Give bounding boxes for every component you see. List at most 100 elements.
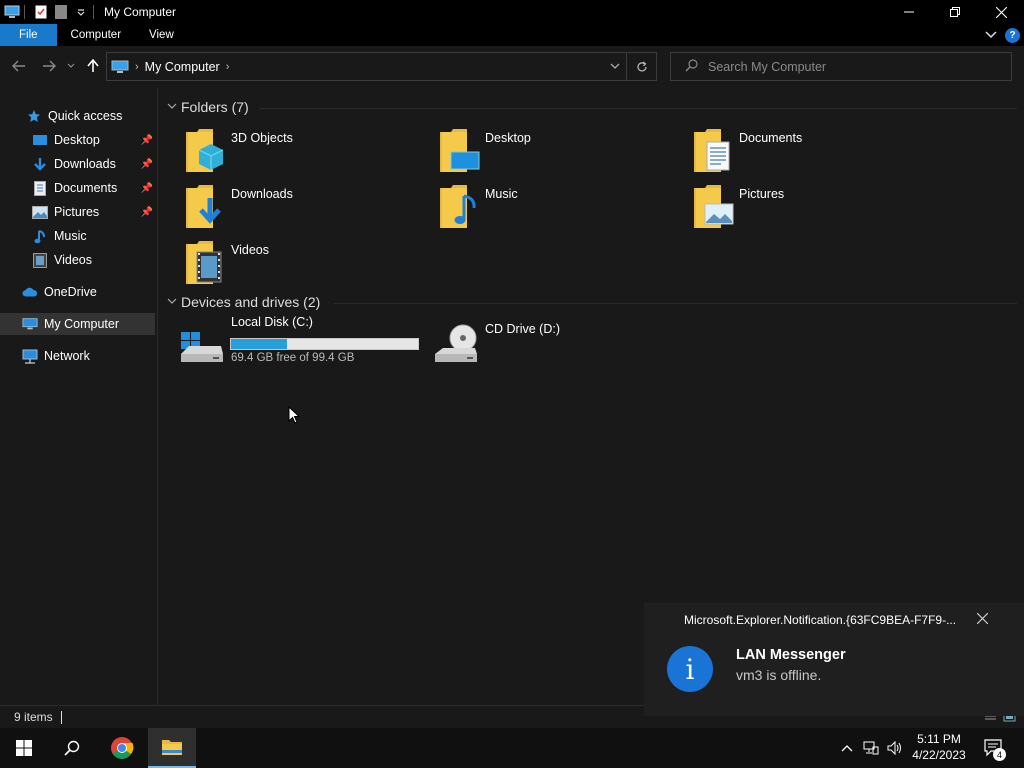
- drive-name: Local Disk (C:): [231, 315, 313, 329]
- chevron-down-icon[interactable]: [73, 4, 89, 20]
- folder-name: Documents: [739, 131, 803, 145]
- search-button[interactable]: [48, 728, 96, 768]
- network-icon: [22, 348, 38, 364]
- folder-name: Desktop: [485, 131, 531, 145]
- sidebar-item-label: Videos: [54, 253, 92, 267]
- clock-time: 5:11 PM: [917, 732, 961, 746]
- sidebar-item-label: Music: [54, 229, 87, 243]
- notification-toast[interactable]: Microsoft.Explorer.Notification.{63FC9BE…: [644, 603, 1024, 716]
- sidebar-item-my-computer[interactable]: My Computer: [0, 313, 155, 335]
- breadcrumb-chevron-icon[interactable]: ›: [226, 61, 230, 73]
- info-icon: i: [667, 646, 713, 692]
- sidebar-item-label: Desktop: [54, 133, 100, 147]
- toast-close-button[interactable]: [976, 611, 989, 627]
- 3d-objects-folder-icon: [185, 128, 229, 174]
- minimize-button[interactable]: [886, 0, 932, 24]
- search-box[interactable]: [670, 52, 1012, 81]
- navigation-pane: Quick access Desktop 📌 Downloads 📌 Docum…: [0, 88, 158, 705]
- new-folder-icon[interactable]: [53, 4, 69, 20]
- forward-button[interactable]: [40, 57, 58, 75]
- folder-tile-3d-objects[interactable]: 3D Objects: [185, 128, 435, 180]
- sidebar-item-quick-access[interactable]: Quick access: [0, 105, 155, 127]
- start-button[interactable]: [0, 728, 48, 768]
- network-tray-icon[interactable]: [860, 728, 882, 768]
- pin-icon[interactable]: 📌: [141, 135, 153, 146]
- search-input[interactable]: [708, 59, 988, 74]
- tab-file[interactable]: File: [0, 24, 57, 46]
- sidebar-item-label: Quick access: [48, 109, 123, 123]
- show-hidden-icons-chevron-icon[interactable]: [838, 728, 856, 768]
- address-bar[interactable]: › My Computer ›: [106, 52, 657, 81]
- title-bar: My Computer: [0, 0, 1024, 24]
- tab-view[interactable]: View: [135, 24, 188, 46]
- help-icon[interactable]: ?: [1005, 27, 1020, 43]
- folder-tile-videos[interactable]: Videos: [185, 240, 435, 292]
- quick-access-toolbar: [0, 0, 98, 24]
- sidebar-item-label: OneDrive: [44, 285, 97, 299]
- properties-icon[interactable]: [33, 4, 49, 20]
- drive-tile-cd-drive[interactable]: CD Drive (D:): [433, 320, 683, 368]
- videos-folder-icon: [185, 240, 229, 286]
- pin-icon[interactable]: 📌: [141, 183, 153, 194]
- chrome-taskbar-button[interactable]: [98, 728, 146, 768]
- taskbar: 5:11 PM 4/22/2023 4: [0, 728, 1024, 768]
- expand-ribbon-icon[interactable]: [985, 28, 997, 42]
- sidebar-item-music[interactable]: Music: [0, 225, 155, 247]
- breadcrumb-chevron-icon[interactable]: ›: [135, 61, 139, 73]
- folder-tile-pictures[interactable]: Pictures: [693, 184, 943, 236]
- folder-name: Videos: [231, 243, 269, 257]
- file-explorer-taskbar-button[interactable]: [148, 728, 196, 768]
- sidebar-item-network[interactable]: Network: [0, 345, 155, 367]
- breadcrumb-my-computer[interactable]: My Computer: [145, 60, 220, 74]
- computer-icon: [111, 60, 129, 74]
- up-button[interactable]: [84, 57, 102, 75]
- action-center-button[interactable]: 4: [980, 728, 1008, 768]
- sidebar-item-onedrive[interactable]: OneDrive: [0, 281, 155, 303]
- computer-icon: [22, 316, 38, 332]
- group-title: Folders (7): [181, 99, 249, 115]
- restore-button[interactable]: [932, 0, 978, 24]
- sidebar-item-label: Network: [44, 349, 90, 363]
- folder-tile-desktop[interactable]: Desktop: [439, 128, 689, 180]
- collapse-chevron-icon[interactable]: [167, 297, 181, 308]
- cd-drive-icon: [433, 320, 481, 366]
- sidebar-item-pictures[interactable]: Pictures 📌: [0, 201, 155, 223]
- folders-group-header[interactable]: Folders (7): [167, 97, 249, 117]
- clock-date: 4/22/2023: [912, 748, 966, 762]
- music-folder-icon: [439, 184, 483, 230]
- mouse-cursor-icon: [288, 405, 301, 427]
- pin-icon[interactable]: 📌: [141, 207, 153, 218]
- folder-name: Music: [485, 187, 518, 201]
- drive-free-space: 69.4 GB free of 99.4 GB: [231, 352, 355, 364]
- sidebar-item-label: Documents: [54, 181, 118, 195]
- drives-group-header[interactable]: Devices and drives (2): [167, 292, 320, 312]
- address-dropdown-icon[interactable]: [610, 59, 620, 73]
- tab-computer[interactable]: Computer: [57, 24, 136, 46]
- close-button[interactable]: [978, 0, 1024, 24]
- collapse-chevron-icon[interactable]: [167, 102, 181, 113]
- sidebar-item-documents[interactable]: Documents 📌: [0, 177, 155, 199]
- picture-icon: [32, 204, 48, 220]
- desktop-icon: [32, 132, 48, 148]
- recent-locations-button[interactable]: [64, 57, 78, 75]
- back-button[interactable]: [10, 57, 28, 75]
- refresh-button[interactable]: [626, 53, 656, 80]
- pin-icon[interactable]: 📌: [141, 159, 153, 170]
- sidebar-item-downloads[interactable]: Downloads 📌: [0, 153, 155, 175]
- sidebar-item-desktop[interactable]: Desktop 📌: [0, 129, 155, 151]
- sidebar-item-label: Downloads: [54, 157, 116, 171]
- folder-tile-downloads[interactable]: Downloads: [185, 184, 435, 236]
- pictures-folder-icon: [693, 184, 737, 230]
- folder-tile-documents[interactable]: Documents: [693, 128, 943, 180]
- folder-name: Pictures: [739, 187, 785, 201]
- text-cursor: [60, 710, 62, 724]
- notification-count-badge: 4: [993, 748, 1006, 761]
- volume-icon[interactable]: [884, 728, 906, 768]
- taskbar-clock[interactable]: 5:11 PM 4/22/2023: [906, 731, 972, 763]
- window-title: My Computer: [104, 5, 177, 19]
- folder-tile-music[interactable]: Music: [439, 184, 689, 236]
- cloud-icon: [22, 284, 38, 300]
- video-icon: [32, 252, 48, 268]
- ribbon-tabs: File Computer View ?: [0, 24, 1024, 46]
- sidebar-item-videos[interactable]: Videos: [0, 249, 155, 271]
